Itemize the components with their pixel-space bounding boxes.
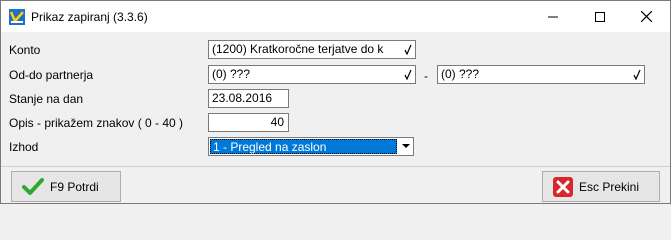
window-title: Prikaz zapiranj (3.3.6) [31,10,148,24]
check-dropdown-icon [403,69,412,80]
konto-label: Konto [9,43,41,57]
izhod-label: Izhod [9,140,39,154]
range-separator: - [424,69,428,83]
konto-field[interactable]: (1200) Kratkoročne terjatve do k [208,40,416,59]
cancel-x-icon [553,176,573,197]
stanje-value: 23.08.2016 [212,91,273,105]
confirm-button[interactable]: F9 Potrdi [11,171,121,202]
stanje-date-input[interactable]: 23.08.2016 [208,89,289,108]
cancel-button[interactable]: Esc Prekini [542,171,660,202]
izhod-dropdown-button[interactable] [398,138,413,155]
app-icon [9,9,25,25]
close-button[interactable] [623,1,669,32]
izhod-select[interactable]: 1 - Pregled na zaslon [208,137,414,156]
minimize-icon [548,16,558,17]
partner-to-value: (0) ??? [441,67,480,81]
minimize-button[interactable] [530,1,576,32]
partner-to-lookup-button[interactable] [629,66,644,83]
konto-lookup-button[interactable] [400,41,415,58]
dialog-window: Prikaz zapiranj (3.3.6) Konto (1200) Kra… [0,0,671,204]
partner-label: Od-do partnerja [9,68,94,82]
check-dropdown-icon [632,69,641,80]
stanje-label: Stanje na dan [9,92,84,106]
check-icon [22,177,44,196]
partner-to-field[interactable]: (0) ??? [437,65,645,84]
partner-from-value: (0) ??? [212,67,251,81]
opis-label: Opis - prikažem znakov ( 0 - 40 ) [9,116,184,130]
opis-value: 40 [270,115,284,129]
footer-divider [1,166,670,167]
title-bar: Prikaz zapiranj (3.3.6) [1,1,670,32]
maximize-button[interactable] [577,1,623,32]
konto-value: (1200) Kratkoročne terjatve do k [212,42,384,56]
izhod-selected-value: 1 - Pregled na zaslon [210,139,397,154]
maximize-icon [595,11,605,22]
check-dropdown-icon [403,44,412,55]
chevron-down-icon [401,144,410,148]
cancel-label: Esc Prekini [579,179,640,194]
close-icon [640,11,652,22]
partner-from-lookup-button[interactable] [400,66,415,83]
confirm-label: F9 Potrdi [50,179,99,194]
partner-from-field[interactable]: (0) ??? [208,65,416,84]
opis-chars-input[interactable]: 40 [208,113,289,132]
